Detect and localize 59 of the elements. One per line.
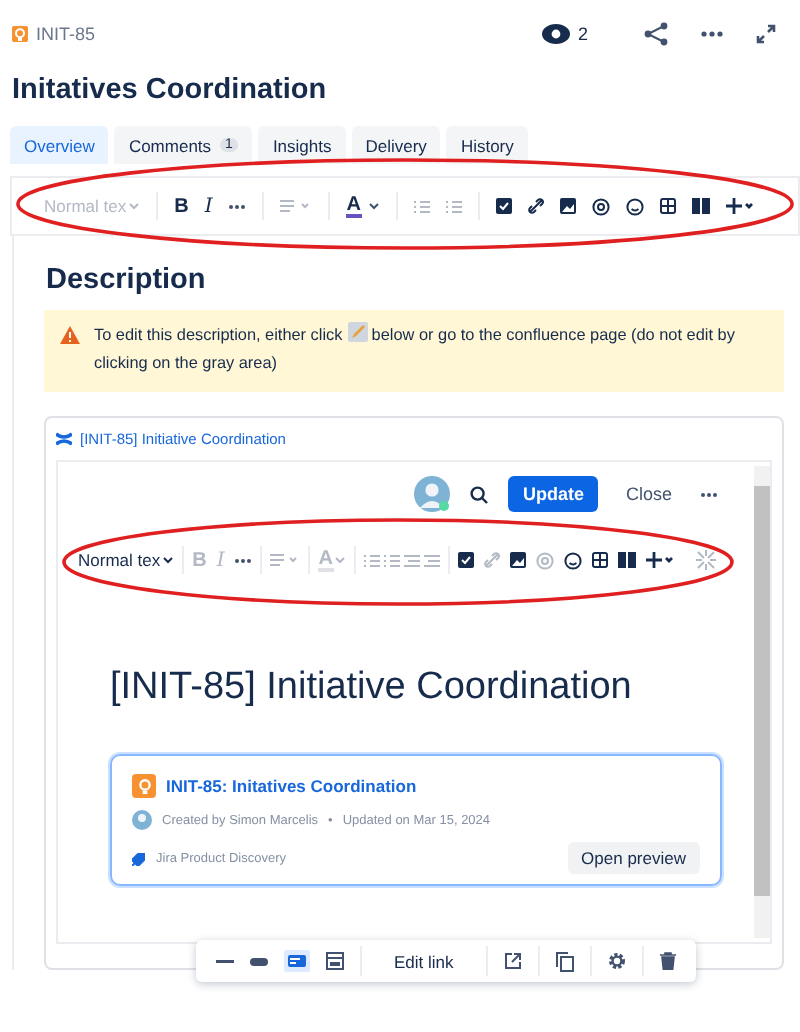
lightbulb-icon — [132, 774, 156, 798]
emoji-icon[interactable] — [625, 197, 644, 215]
scrollbar[interactable] — [754, 466, 770, 938]
tab[interactable]: Overview — [10, 126, 109, 164]
table-icon[interactable] — [659, 198, 676, 214]
warning-message: To edit this description, either click below or go to the confluence page (do not edit by clicking on the gray area) — [94, 322, 737, 376]
embed-view-icon[interactable] — [326, 952, 344, 970]
image-icon[interactable] — [509, 552, 526, 568]
card-view-icon[interactable] — [284, 950, 310, 972]
checkbox-icon[interactable] — [457, 552, 474, 568]
avatar — [132, 810, 152, 830]
bold-button[interactable]: B — [174, 195, 189, 217]
issue-key[interactable]: INIT-85 — [36, 24, 96, 44]
section-heading: Description — [46, 264, 208, 296]
text-color-button[interactable]: A — [346, 195, 362, 217]
expand-icon[interactable] — [756, 24, 776, 44]
plus-icon[interactable] — [645, 552, 676, 568]
italic-button[interactable]: I — [204, 195, 213, 217]
copy-icon[interactable] — [555, 951, 574, 971]
tab[interactable]: History — [446, 126, 528, 164]
plus-icon[interactable] — [725, 198, 756, 214]
close-button[interactable]: Close — [617, 484, 680, 504]
columns-icon[interactable] — [617, 552, 636, 568]
tab[interactable]: Delivery — [351, 126, 441, 164]
search-icon[interactable] — [470, 485, 489, 503]
trash-icon[interactable] — [659, 952, 676, 970]
inline-view-icon[interactable] — [250, 957, 268, 965]
text-style-dropdown[interactable]: Normal tex — [78, 550, 175, 570]
emoji-icon[interactable] — [563, 551, 582, 569]
more-icon[interactable] — [700, 30, 724, 38]
caret-icon[interactable] — [367, 202, 380, 210]
page-heading: [INIT-85] Initiative Coordination — [108, 664, 634, 710]
eye-icon[interactable] — [541, 24, 570, 44]
tab[interactable]: Insights — [258, 126, 346, 164]
warning-icon — [60, 326, 80, 344]
external-link-icon[interactable] — [503, 952, 522, 970]
settings-icon[interactable] — [607, 952, 626, 970]
more-icon[interactable] — [228, 203, 247, 209]
card-title-link[interactable]: INIT-85: Initatives Coordination — [166, 776, 417, 796]
pencil-icon — [347, 322, 368, 342]
issue-title: Initatives Coordination — [10, 72, 329, 106]
share-icon[interactable] — [644, 22, 668, 46]
lightbulb-icon — [12, 26, 28, 42]
confluence-icon — [56, 431, 72, 445]
columns-icon[interactable] — [691, 198, 710, 214]
edit-link-button[interactable]: Edit link — [378, 951, 470, 971]
mention-icon[interactable] — [591, 197, 610, 215]
open-preview-button[interactable]: Open preview — [567, 842, 700, 874]
more-icon[interactable] — [234, 557, 253, 563]
more-icon[interactable] — [700, 491, 718, 497]
table-icon[interactable] — [591, 552, 608, 568]
checkbox-icon[interactable] — [495, 198, 512, 214]
link-icon[interactable] — [527, 198, 544, 214]
caret-icon — [162, 556, 175, 564]
caret-icon — [128, 202, 141, 210]
image-icon[interactable] — [559, 198, 576, 214]
update-button[interactable]: Update — [508, 476, 598, 512]
avatar — [414, 476, 451, 512]
watcher-count: 2 — [577, 24, 588, 44]
